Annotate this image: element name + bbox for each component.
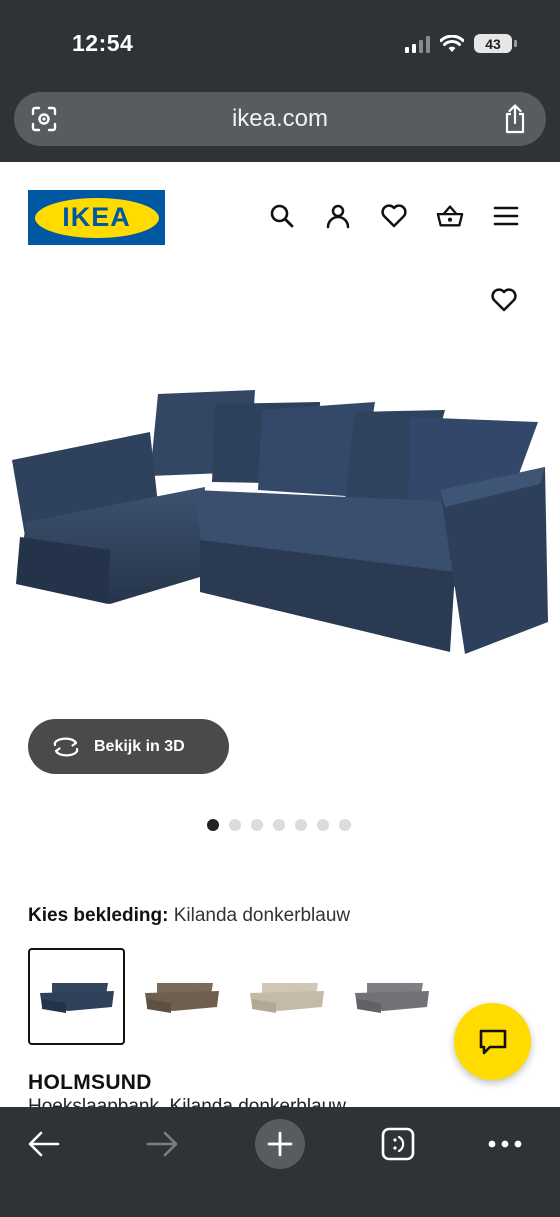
- new-tab-icon[interactable]: [255, 1119, 305, 1169]
- product-name: HOLMSUND: [28, 1071, 152, 1094]
- heart-icon[interactable]: [490, 286, 518, 314]
- swatch-sofa-image: [144, 982, 219, 1013]
- forward-arrow-icon[interactable]: [137, 1119, 187, 1169]
- search-icon[interactable]: [268, 202, 296, 230]
- rotate-3d-icon: [53, 737, 79, 756]
- upholstery-selected-value: Kilanda donkerblauw: [173, 905, 351, 926]
- carousel-dot[interactable]: [339, 819, 351, 831]
- logo-oval: IKEA: [34, 197, 159, 238]
- url-bar[interactable]: ikea.com: [14, 92, 546, 146]
- swatch-sofa-image: [39, 982, 114, 1013]
- url-text[interactable]: ikea.com: [14, 105, 546, 133]
- carousel-dots: [207, 819, 351, 831]
- browser-top-chrome: 12:54 43 ikea.com: [0, 0, 560, 162]
- ikea-logo[interactable]: IKEA: [28, 190, 165, 245]
- carousel-dot[interactable]: [317, 819, 329, 831]
- upholstery-swatches: [28, 948, 440, 1045]
- basket-icon[interactable]: [436, 202, 464, 230]
- swatch-dark-blue[interactable]: [28, 948, 125, 1045]
- wifi-icon: [440, 34, 464, 52]
- battery-icon: 43: [474, 34, 517, 53]
- carousel-dot[interactable]: [295, 819, 307, 831]
- carousel-dot[interactable]: [251, 819, 263, 831]
- upholstery-label-title: Kies bekleding:: [28, 905, 169, 926]
- header-icons: [268, 202, 520, 230]
- heart-icon[interactable]: [380, 202, 408, 230]
- chat-icon: [479, 1029, 506, 1054]
- site-header: IKEA: [0, 162, 560, 272]
- share-icon[interactable]: [502, 104, 528, 134]
- cellular-signal-icon: [405, 35, 430, 53]
- swatch-grey[interactable]: [343, 948, 440, 1045]
- status-icons: 43: [405, 34, 517, 53]
- logo-text: IKEA: [62, 202, 131, 232]
- carousel-dot[interactable]: [229, 819, 241, 831]
- view-3d-label: Bekijk in 3D: [94, 737, 185, 755]
- swatch-sofa-image: [354, 982, 429, 1013]
- chat-button[interactable]: [454, 1003, 531, 1080]
- view-3d-button[interactable]: Bekijk in 3D: [28, 719, 229, 774]
- swatch-beige[interactable]: [238, 948, 335, 1045]
- product-image-sofa: [12, 390, 548, 654]
- more-icon[interactable]: [480, 1119, 530, 1169]
- menu-icon[interactable]: [492, 202, 520, 230]
- status-time: 12:54: [72, 30, 134, 56]
- swatch-sofa-image: [249, 982, 324, 1013]
- browser-bottom-toolbar: [0, 1107, 560, 1217]
- back-arrow-icon[interactable]: [19, 1119, 69, 1169]
- tabs-icon[interactable]: [373, 1119, 423, 1169]
- upholstery-label: Kies bekleding: Kilanda donkerblauw: [28, 905, 350, 927]
- swatch-brown[interactable]: [133, 948, 230, 1045]
- account-icon[interactable]: [324, 202, 352, 230]
- carousel-dot[interactable]: [273, 819, 285, 831]
- carousel-dot[interactable]: [207, 819, 219, 831]
